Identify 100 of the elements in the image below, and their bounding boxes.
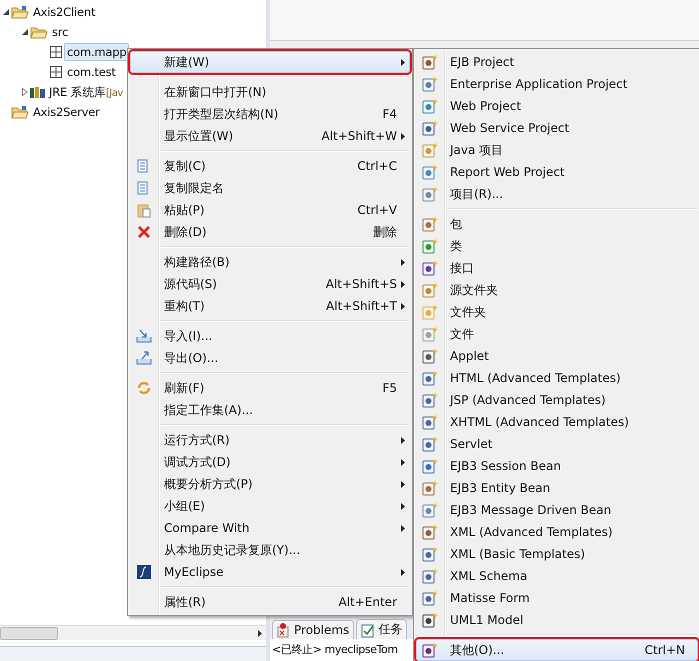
menu-item[interactable]: XML Schema bbox=[416, 565, 698, 587]
new-file-icon bbox=[422, 568, 438, 584]
import-icon bbox=[136, 328, 152, 344]
menu-item[interactable]: 小组(E) bbox=[130, 495, 410, 517]
menu-item[interactable]: 在新窗口中打开(N) bbox=[130, 81, 410, 103]
new-file-icon bbox=[422, 436, 438, 452]
new-file-icon bbox=[422, 98, 438, 114]
menu-item[interactable]: UML1 Model bbox=[416, 609, 698, 631]
submenu-arrow-icon bbox=[401, 58, 405, 66]
source-folder-icon bbox=[30, 25, 48, 39]
menu-item[interactable]: 复制限定名 bbox=[130, 177, 410, 199]
menu-item[interactable]: Web Service Project bbox=[416, 117, 698, 139]
view-tab[interactable]: Problems bbox=[272, 620, 354, 639]
horizontal-scrollbar[interactable] bbox=[0, 625, 266, 640]
new-file-icon bbox=[422, 164, 438, 180]
export-icon bbox=[136, 350, 152, 366]
menu-item[interactable]: 显示位置(W) Alt+Shift+W bbox=[130, 125, 410, 147]
menu-item[interactable]: EJB3 Entity Bean bbox=[416, 477, 698, 499]
expanded-arrow-icon[interactable] bbox=[2, 8, 10, 16]
package-icon bbox=[49, 65, 63, 79]
menu-item[interactable]: 导入(I)... bbox=[130, 325, 410, 347]
library-icon bbox=[30, 85, 45, 99]
submenu-arrow-icon bbox=[401, 568, 405, 576]
menu-item[interactable]: Java 项目 bbox=[416, 139, 698, 161]
menu-item[interactable]: 打开类型层次结构(N) F4 bbox=[130, 103, 410, 125]
menu-item[interactable]: 从本地历史记录复原(Y)... bbox=[130, 539, 410, 561]
menu-item[interactable]: MyEclipse bbox=[130, 561, 410, 583]
menu-item[interactable]: EJB Project bbox=[416, 51, 698, 73]
tree-item[interactable]: Axis2Server bbox=[30, 103, 103, 121]
menu-item[interactable]: 复制(C) Ctrl+C bbox=[130, 155, 410, 177]
menu-item[interactable]: 重构(T) Alt+Shift+T bbox=[130, 295, 410, 317]
delete-icon bbox=[136, 224, 152, 240]
submenu-arrow-icon bbox=[401, 132, 405, 140]
menu-item[interactable]: Applet bbox=[416, 345, 698, 367]
new-file-icon bbox=[422, 480, 438, 496]
tree-item[interactable]: com.test bbox=[64, 63, 119, 81]
tree-item[interactable]: src bbox=[49, 23, 72, 41]
task-list-icon bbox=[361, 622, 376, 638]
menu-item[interactable]: EJB3 Message Driven Bean bbox=[416, 499, 698, 521]
menu-item[interactable]: 粘贴(P) Ctrl+V bbox=[130, 199, 410, 221]
new-file-icon bbox=[422, 590, 438, 606]
menu-item[interactable]: Report Web Project bbox=[416, 161, 698, 183]
menu-item[interactable]: 删除(D) 删除 bbox=[130, 221, 410, 243]
menu-item[interactable]: Web Project bbox=[416, 95, 698, 117]
menu-item[interactable]: 构建路径(B) bbox=[130, 251, 410, 273]
new-file-icon bbox=[422, 546, 438, 562]
menu-item[interactable]: Servlet bbox=[416, 433, 698, 455]
menu-item[interactable]: Enterprise Application Project bbox=[416, 73, 698, 95]
menu-item[interactable]: EJB3 Session Bean bbox=[416, 455, 698, 477]
menu-item[interactable]: 其他(O)... Ctrl+N bbox=[416, 639, 698, 661]
menu-item[interactable]: 新建(W) bbox=[130, 51, 410, 73]
menu-item[interactable]: 刷新(F) F5 bbox=[130, 377, 410, 399]
menu-item[interactable]: XML (Basic Templates) bbox=[416, 543, 698, 565]
menu-item[interactable]: 源文件夹 bbox=[416, 279, 698, 301]
menu-item[interactable]: 接口 bbox=[416, 257, 698, 279]
menu-item[interactable]: 类 bbox=[416, 235, 698, 257]
new-file-icon bbox=[422, 76, 438, 92]
view-tab[interactable]: 任务 bbox=[356, 619, 408, 639]
menu-item[interactable]: 文件 bbox=[416, 323, 698, 345]
scroll-right-arrow-icon[interactable] bbox=[258, 630, 262, 636]
project-folder-icon bbox=[11, 5, 29, 19]
new-file-icon bbox=[422, 326, 438, 342]
new-file-icon bbox=[422, 348, 438, 364]
menu-item[interactable]: 指定工作集(A)... bbox=[130, 399, 410, 421]
tree-item[interactable]: JRE 系统库[Jav bbox=[46, 82, 126, 102]
package-icon bbox=[49, 45, 63, 59]
problems-icon bbox=[277, 622, 291, 638]
submenu-arrow-icon bbox=[401, 280, 405, 288]
new-file-icon bbox=[422, 612, 438, 628]
new-file-icon bbox=[422, 370, 438, 386]
refresh-icon bbox=[136, 380, 152, 396]
new-file-icon bbox=[422, 414, 438, 430]
new-file-icon bbox=[422, 142, 438, 158]
expanded-arrow-icon[interactable] bbox=[21, 28, 29, 36]
menu-item[interactable]: Compare With bbox=[130, 517, 410, 539]
menu-item[interactable]: 源代码(S) Alt+Shift+S bbox=[130, 273, 410, 295]
menu-item[interactable]: 包 bbox=[416, 213, 698, 235]
menu-item[interactable]: 调试方式(D) bbox=[130, 451, 410, 473]
menu-item[interactable]: XML (Advanced Templates) bbox=[416, 521, 698, 543]
menu-item[interactable]: Matisse Form bbox=[416, 587, 698, 609]
collapsed-arrow-icon[interactable] bbox=[21, 88, 29, 96]
new-file-icon bbox=[422, 392, 438, 408]
new-file-icon bbox=[422, 282, 438, 298]
menu-item[interactable]: 属性(R) Alt+Enter bbox=[130, 591, 410, 613]
menu-item[interactable]: 概要分析方式(P) bbox=[130, 473, 410, 495]
new-file-icon bbox=[422, 54, 438, 70]
menu-item[interactable]: XHTML (Advanced Templates) bbox=[416, 411, 698, 433]
menu-item[interactable]: JSP (Advanced Templates) bbox=[416, 389, 698, 411]
menu-item[interactable]: 运行方式(R) bbox=[130, 429, 410, 451]
new-file-icon bbox=[422, 260, 438, 276]
menu-item[interactable]: 文件夹 bbox=[416, 301, 698, 323]
menu-item[interactable]: HTML (Advanced Templates) bbox=[416, 367, 698, 389]
tree-item[interactable]: Axis2Client bbox=[30, 3, 98, 21]
new-file-icon bbox=[422, 120, 438, 136]
tree-item[interactable]: com.mapp bbox=[64, 43, 130, 61]
menu-item[interactable]: 项目(R)... bbox=[416, 183, 698, 205]
tree-item-decoration: [Jav bbox=[106, 88, 123, 98]
menu-item[interactable]: 导出(O)... bbox=[130, 347, 410, 369]
clipboard-icon bbox=[136, 202, 152, 218]
script-icon bbox=[136, 564, 152, 580]
